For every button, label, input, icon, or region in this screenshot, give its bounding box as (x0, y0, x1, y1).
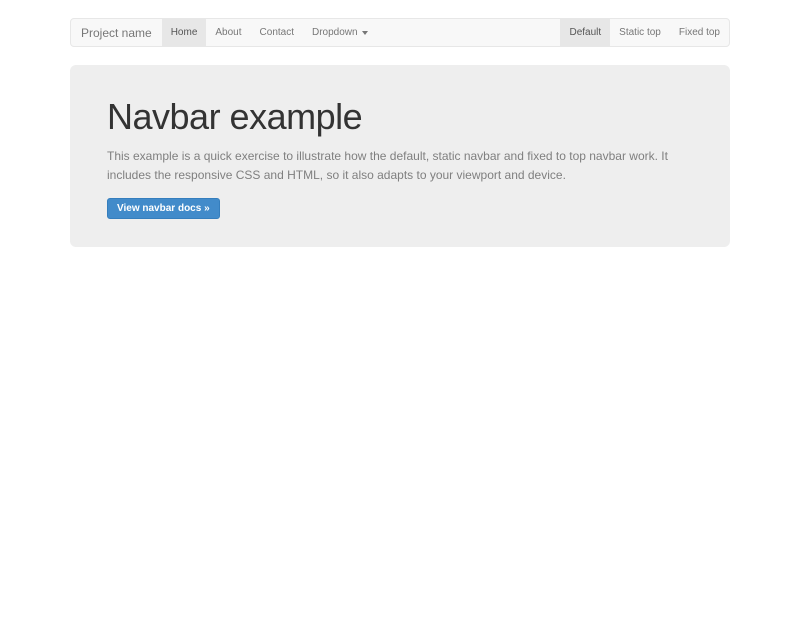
nav-item-dropdown[interactable]: Dropdown (303, 19, 377, 46)
caret-down-icon (362, 31, 368, 35)
view-navbar-docs-button[interactable]: View navbar docs » (107, 198, 220, 219)
nav-item-dropdown-label: Dropdown (312, 27, 358, 38)
nav-item-static-top[interactable]: Static top (610, 19, 670, 46)
nav-item-fixed-top[interactable]: Fixed top (670, 19, 729, 46)
jumbotron: Navbar example This example is a quick e… (70, 65, 730, 247)
nav-item-default[interactable]: Default (560, 19, 610, 46)
nav-item-home[interactable]: Home (162, 19, 207, 46)
nav-item-about-label: About (215, 27, 241, 38)
jumbotron-description: This example is a quick exercise to illu… (107, 147, 672, 185)
navbar-left-nav: Home About Contact Dropdown (162, 19, 377, 46)
nav-item-contact[interactable]: Contact (251, 19, 303, 46)
nav-item-home-label: Home (171, 27, 198, 38)
nav-item-static-top-label: Static top (619, 27, 661, 38)
nav-item-default-label: Default (569, 27, 601, 38)
nav-item-contact-label: Contact (260, 27, 294, 38)
page-container: Project name Home About Contact Dropdown… (70, 18, 730, 247)
nav-item-about[interactable]: About (206, 19, 250, 46)
navbar-right-nav: Default Static top Fixed top (560, 19, 729, 46)
navbar-brand[interactable]: Project name (71, 19, 162, 46)
page-title: Navbar example (107, 97, 693, 137)
navbar: Project name Home About Contact Dropdown… (70, 18, 730, 47)
nav-item-fixed-top-label: Fixed top (679, 27, 720, 38)
